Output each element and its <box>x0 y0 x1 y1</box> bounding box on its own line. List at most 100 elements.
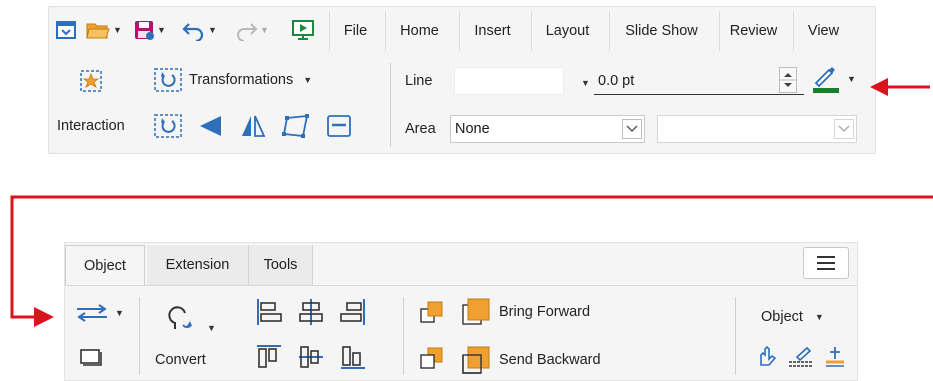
divider <box>65 285 857 286</box>
interaction-icon-button[interactable] <box>79 69 103 93</box>
align-row-bottom <box>255 343 367 371</box>
interaction-label: Interaction <box>57 118 125 134</box>
undo-icon <box>182 19 206 41</box>
line-style-field[interactable] <box>454 67 564 95</box>
shadow-box-button[interactable] <box>79 347 103 367</box>
tab-label: Extension <box>165 257 230 273</box>
divider <box>735 297 736 375</box>
line-label: Line <box>405 67 432 95</box>
shadow-text-icon[interactable] <box>325 113 353 139</box>
line-color-button[interactable]: ▼ <box>811 63 856 95</box>
tab-label: Object <box>84 257 126 274</box>
transform-tools-row <box>153 113 353 139</box>
tab-label: View <box>807 23 840 39</box>
divider <box>390 63 391 147</box>
chevron-down-icon: ▼ <box>260 25 269 35</box>
bring-forward-icon <box>461 297 491 327</box>
object-tools-row <box>755 345 847 367</box>
perspective-icon[interactable] <box>197 113 225 139</box>
top-toolbar-panel: ▼ ▼ ▼ ▼ File Home Insert Layout Slide Sh… <box>48 6 876 154</box>
interaction-hand-icon[interactable] <box>755 345 779 367</box>
tab-view[interactable]: View <box>793 11 853 51</box>
frame-icon <box>79 347 103 367</box>
divider <box>403 297 404 375</box>
chevron-down-icon: ▼ <box>115 308 124 318</box>
window-icon[interactable] <box>55 15 77 45</box>
undo-button[interactable]: ▼ <box>182 15 217 45</box>
tab-slide-show[interactable]: Slide Show <box>609 11 713 51</box>
redo-button[interactable]: ▼ <box>234 15 269 45</box>
chevron-down-icon: ▼ <box>208 25 217 35</box>
align-right-icon[interactable] <box>339 297 367 327</box>
align-top-icon[interactable] <box>255 343 283 371</box>
open-folder-button[interactable]: ▼ <box>85 15 122 45</box>
bring-forward-button[interactable]: Bring Forward <box>461 295 590 329</box>
send-backward-icon <box>461 345 491 375</box>
divider <box>139 297 140 375</box>
save-button[interactable]: ▼ <box>133 15 166 45</box>
object-label: Object <box>761 309 803 325</box>
send-to-back-icon-button[interactable] <box>419 345 445 371</box>
tab-label: File <box>343 23 368 39</box>
hamburger-menu-button[interactable] <box>803 247 849 279</box>
convert-label: Convert <box>155 352 206 368</box>
align-left-icon[interactable] <box>255 297 283 327</box>
tab-label: Review <box>729 23 778 39</box>
chevron-down-icon: ▼ <box>303 75 313 85</box>
chevron-down-icon: ▼ <box>157 25 166 35</box>
line-style-dropdown-button[interactable]: ▼ <box>579 73 590 89</box>
chevron-down-icon <box>622 119 642 139</box>
rotate-icon[interactable] <box>153 113 183 139</box>
tab-label: Insert <box>474 23 511 39</box>
tab-label: Slide Show <box>625 23 698 39</box>
slideshow-icon <box>291 19 315 41</box>
tab-label: Layout <box>545 23 590 39</box>
area-fill-select[interactable]: None <box>450 115 645 143</box>
distort-icon[interactable] <box>281 113 311 139</box>
interaction-button[interactable]: Interaction <box>57 113 125 139</box>
tab-home[interactable]: Home <box>385 11 453 51</box>
chevron-down-icon: ▼ <box>113 25 122 35</box>
align-row-top <box>255 297 367 327</box>
hamburger-menu-icon <box>816 255 836 271</box>
area-secondary-select[interactable] <box>657 115 857 143</box>
tab-object[interactable]: Object <box>65 245 145 285</box>
convert-icon-button[interactable]: ▼ <box>163 305 216 337</box>
line-label-text: Line <box>405 73 433 89</box>
connectors-dropdown[interactable]: ▼ <box>75 303 124 323</box>
tab-insert[interactable]: Insert <box>459 11 525 51</box>
convert-icon <box>163 305 197 337</box>
chevron-down-icon <box>834 119 854 139</box>
flip-icon[interactable] <box>239 113 267 139</box>
save-icon <box>133 19 155 41</box>
object-dropdown[interactable]: Object ▼ <box>761 303 824 331</box>
bring-forward-label: Bring Forward <box>499 304 591 320</box>
interaction-icon <box>79 69 103 93</box>
folder-icon <box>85 19 111 41</box>
chevron-down-icon: ▼ <box>207 323 216 333</box>
transformations-dropdown[interactable]: Transformations ▼ <box>153 65 312 95</box>
tab-file[interactable]: File <box>329 11 381 51</box>
align-middle-icon[interactable] <box>297 343 325 371</box>
transformations-icon <box>153 67 183 93</box>
line-style-icon[interactable] <box>787 345 815 367</box>
area-label-text: Area <box>405 121 436 137</box>
line-width-spinner[interactable] <box>779 67 797 93</box>
send-backward-button[interactable]: Send Backward <box>461 343 601 377</box>
chevron-down-icon: ▼ <box>581 78 590 88</box>
transformations-label: Transformations <box>189 72 294 88</box>
tab-tools[interactable]: Tools <box>249 245 313 285</box>
start-slideshow-button[interactable] <box>291 15 315 45</box>
anchor-icon[interactable] <box>823 345 847 367</box>
tab-layout[interactable]: Layout <box>531 11 603 51</box>
tab-extension[interactable]: Extension <box>147 245 249 285</box>
tab-review[interactable]: Review <box>719 11 787 51</box>
line-width-value: 0.0 pt <box>598 72 635 89</box>
chevron-down-icon: ▼ <box>847 74 856 84</box>
align-center-icon[interactable] <box>297 297 325 327</box>
bottom-toolbar-panel: Object Extension Tools ▼ ▼ Convert Bring <box>64 242 858 381</box>
align-bottom-icon[interactable] <box>339 343 367 371</box>
bring-to-front-icon-button[interactable] <box>419 299 445 325</box>
convert-button[interactable]: Convert <box>155 347 206 373</box>
line-width-field[interactable]: 0.0 pt <box>594 67 804 95</box>
